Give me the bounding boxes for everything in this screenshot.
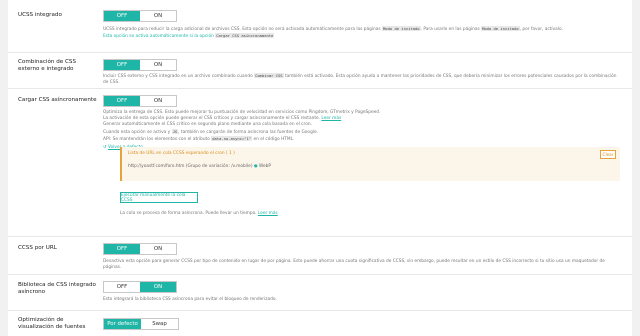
toggle-swap[interactable]: Swap (141, 319, 178, 329)
clear-queue-button[interactable]: Clear (600, 150, 616, 159)
toggle-off[interactable]: OFF (104, 11, 140, 21)
code-load-css-async: Cargar CSS asíncronamente (215, 33, 275, 39)
settings-panel: UCSS integrado OFF ON UCSS integrado par… (8, 0, 632, 336)
desc-line: Cuando esta opción se activa y JS, tambi… (103, 128, 618, 136)
setting-row-ucss: UCSS integrado OFF ON UCSS integrado par… (8, 0, 632, 44)
toggle-off[interactable]: OFF (104, 96, 140, 106)
setting-description: Incluir CSS externo y CSS integrado en u… (103, 73, 618, 86)
setting-description: Esto integrará la biblioteca CSS asíncro… (103, 297, 277, 302)
read-more-link[interactable]: Leer más (321, 116, 341, 121)
code-combine-css: Combinar CSS (254, 73, 284, 78)
setting-row-inline-css-lib: Biblioteca de CSS integrado asíncrono OF… (8, 274, 632, 310)
desc-line: API: Se mantendrán los elementos con el … (103, 135, 618, 143)
setting-label: CCSS por URL (18, 245, 57, 251)
toggle-on[interactable]: ON (140, 96, 176, 106)
queue-url: http://yoastf.com/foro.htm (Grupo de var… (128, 164, 254, 169)
auto-enable-note: Esta opción se activa automáticamente si… (103, 34, 214, 40)
setting-label: Optimización de visualización de fuentes (18, 317, 86, 330)
code-guest-mode: Modo de invitado (481, 26, 520, 31)
ucss-toggle[interactable]: OFF ON (103, 10, 177, 22)
desc-text: , también se cargarán de forma asíncrona… (178, 129, 318, 135)
toggle-off[interactable]: OFF (104, 60, 140, 70)
read-more-link[interactable]: Leer más (258, 211, 278, 216)
setting-label: Biblioteca de CSS integrado asíncrono (18, 282, 96, 295)
toggle-off[interactable]: OFF (104, 282, 140, 292)
desc-text: La cola se procesa de forma asíncrona. P… (120, 211, 257, 216)
setting-row-font-display: Optimización de visualización de fuentes… (8, 310, 632, 336)
desc-text: Cuando esta opción se activa y (103, 129, 171, 135)
setting-description: Optimiza la entrega de CSS. Esto puede m… (103, 110, 618, 151)
webp-label: WebP (257, 164, 271, 169)
setting-row-ccss-per-url: CCSS por URL OFF ON Desactiva esta opció… (8, 236, 632, 272)
setting-row-combine-css: Combinación de CSS externo e integrado O… (8, 52, 632, 85)
desc-text: UCSS integrado para reducir la carga adi… (103, 27, 383, 32)
toggle-on[interactable]: ON (140, 11, 176, 21)
toggle-off[interactable]: OFF (104, 244, 140, 254)
queue-footnote: La cola se procesa de forma asíncrona. P… (120, 211, 635, 217)
desc-text: en el código HTML. (253, 136, 295, 142)
setting-label: Cargar CSS asíncronamente (18, 97, 97, 103)
queue-title: Lista de URL en cola CCSS esperando el c… (128, 151, 235, 156)
font-display-toggle[interactable]: Por defecto Swap (103, 318, 179, 330)
code-guest-mode: Modo de invitado (382, 26, 421, 31)
code-no-async: data-no-async="1" (211, 135, 253, 141)
setting-description: UCSS integrado para reducir la carga adi… (103, 26, 618, 40)
toggle-on[interactable]: ON (140, 282, 176, 292)
run-ccss-queue-button[interactable]: Ejecutar manualmente la cola CCSS (120, 192, 198, 203)
desc-text: API: Se mantendrán los elementos con el … (103, 136, 210, 142)
toggle-on[interactable]: ON (140, 244, 176, 254)
ccss-queue-notice: Lista de URL en cola CCSS esperando el c… (120, 147, 620, 181)
setting-label: Combinación de CSS externo e integrado (18, 59, 77, 72)
desc-text: , por favor, actívalo. (519, 27, 563, 32)
combine-css-toggle[interactable]: OFF ON (103, 59, 177, 71)
desc-text: . Para usarlo en las páginas (420, 27, 482, 32)
setting-row-async-css: Cargar CSS asíncronamente OFF ON Optimiz… (8, 88, 632, 234)
ccss-per-url-toggle[interactable]: OFF ON (103, 243, 177, 255)
toggle-default[interactable]: Por defecto (104, 319, 141, 329)
queue-entry: http://yoastf.com/foro.htm (Grupo de var… (128, 164, 271, 169)
desc-text: Incluir CSS externo y CSS integrado en u… (103, 74, 253, 79)
inline-css-lib-toggle[interactable]: OFF ON (103, 281, 177, 293)
toggle-on[interactable]: ON (140, 60, 176, 70)
desc-text: La activación de esta opción puede gener… (103, 116, 322, 122)
setting-description: Desactiva esta opción para generar CCSS … (103, 259, 605, 271)
async-css-toggle[interactable]: OFF ON (103, 95, 177, 107)
revert-icon: ↺ (103, 145, 107, 151)
setting-label: UCSS integrado (18, 12, 62, 18)
